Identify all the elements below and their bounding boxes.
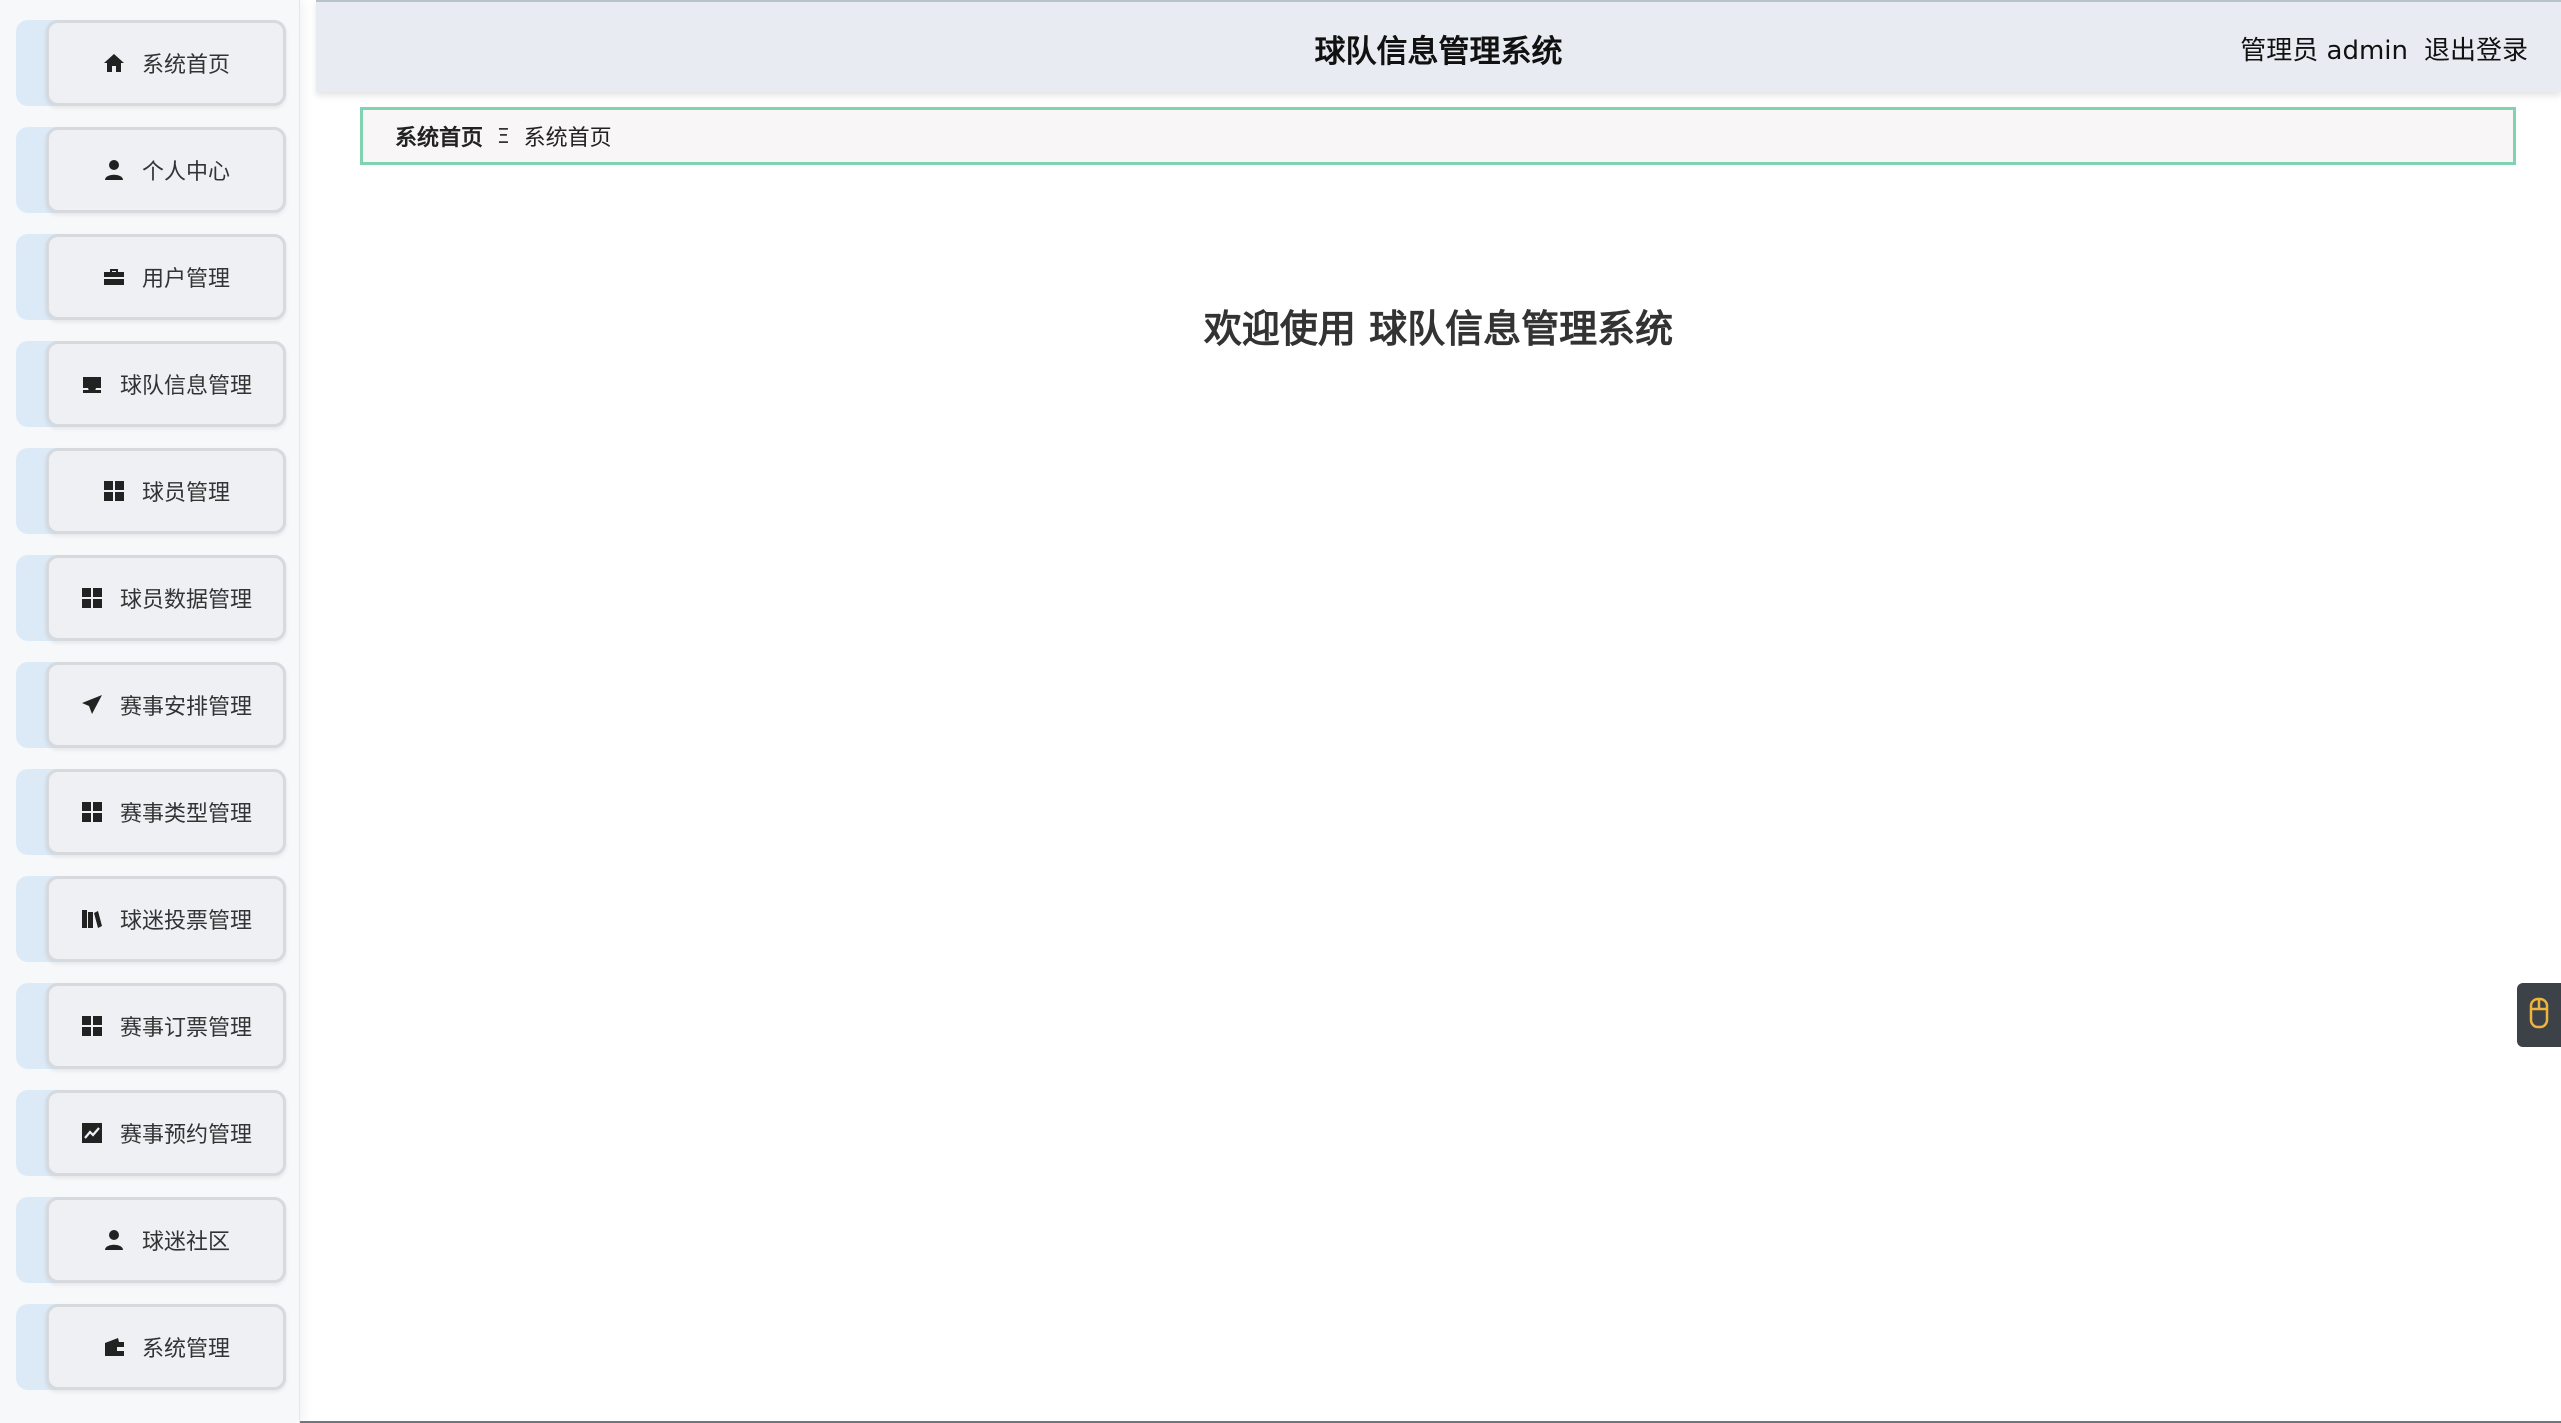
sidebar-item-label: 赛事安排管理 [119,695,252,720]
sidebar-item-player-data[interactable]: 球员数据管理 [16,555,286,641]
logout-button[interactable]: 退出登录 [2424,30,2528,67]
sidebar-item-teams[interactable]: 球队信息管理 [16,341,286,427]
sidebar-item-label: 赛事订票管理 [119,1016,252,1041]
grid-icon [80,800,104,824]
sidebar-item-match-types[interactable]: 赛事类型管理 [16,769,286,855]
inbox-icon [80,372,104,396]
floating-side-tab[interactable] [2517,983,2561,1047]
sidebar-item-label: 赛事预约管理 [119,1123,252,1148]
chart-icon [80,1121,104,1145]
sidebar-item-players[interactable]: 球员管理 [16,448,286,534]
sidebar-item-label: 用户管理 [141,267,230,292]
briefcase-icon [102,265,126,289]
sidebar-item-users[interactable]: 用户管理 [16,234,286,320]
books-icon [80,907,104,931]
sidebar-item-label: 球队信息管理 [119,374,252,399]
sidebar-item-fan-votes[interactable]: 球迷投票管理 [16,876,286,962]
top-header: 球队信息管理系统 管理员 admin 退出登录 [316,0,2561,92]
sidebar-item-label: 系统首页 [141,53,230,78]
sidebar-item-schedule[interactable]: 赛事安排管理 [16,662,286,748]
sidebar: 系统首页 个人中心 用户管理 球队信息管理 球员管理 球员数据管理 赛事安排管理… [0,0,300,1423]
home-icon [102,51,126,75]
sidebar-item-label: 球员管理 [141,481,230,506]
mouse-icon [2527,996,2551,1034]
sidebar-item-fan-community[interactable]: 球迷社区 [16,1197,286,1283]
sidebar-item-label: 个人中心 [141,160,230,185]
breadcrumb-separator: Ξ [497,124,510,148]
sidebar-item-home[interactable]: 系统首页 [16,20,286,106]
user-icon [102,1228,126,1252]
sidebar-item-label: 球迷投票管理 [119,909,252,934]
user-area: 管理员 admin 退出登录 [2240,2,2528,94]
breadcrumb: 系统首页 Ξ 系统首页 [360,107,2516,165]
grid-icon [80,1014,104,1038]
grid-icon [102,479,126,503]
sidebar-item-reservations[interactable]: 赛事预约管理 [16,1090,286,1176]
sidebar-item-ticketing[interactable]: 赛事订票管理 [16,983,286,1069]
app-title: 球队信息管理系统 [1314,33,1563,70]
sidebar-item-label: 系统管理 [141,1337,230,1362]
page: 系统首页 个人中心 用户管理 球队信息管理 球员管理 球员数据管理 赛事安排管理… [0,0,2561,1423]
paper-plane-icon [80,693,104,717]
sidebar-item-label: 球迷社区 [141,1230,230,1255]
sidebar-item-label: 赛事类型管理 [119,802,252,827]
breadcrumb-current: 系统首页 [523,126,612,151]
user-label: 管理员 admin [2240,35,2408,66]
wallet-icon [102,1335,126,1359]
user-icon [102,158,126,182]
sidebar-item-system[interactable]: 系统管理 [16,1304,286,1390]
breadcrumb-home-link[interactable]: 系统首页 [395,120,483,152]
sidebar-item-label: 球员数据管理 [119,588,252,613]
sidebar-item-profile[interactable]: 个人中心 [16,127,286,213]
welcome-heading: 欢迎使用 球队信息管理系统 [1203,306,1674,351]
grid-icon [80,586,104,610]
